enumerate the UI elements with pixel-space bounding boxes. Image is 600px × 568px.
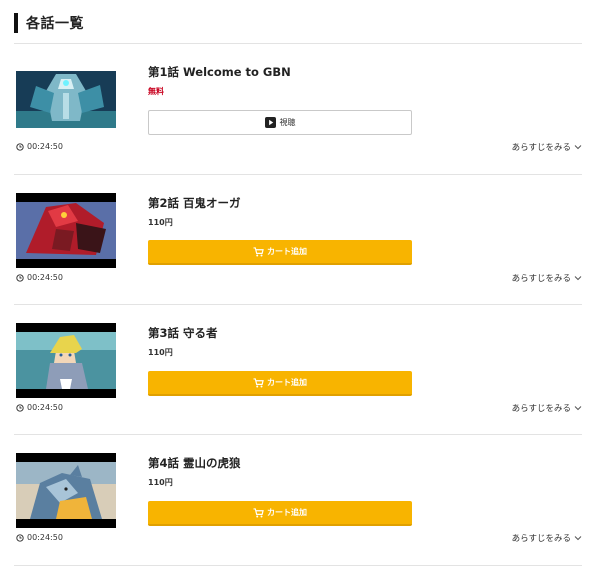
chevron-down-icon: [574, 145, 582, 150]
episode-price: 無料: [148, 87, 164, 96]
episode-row-4: 00:24:50 第4話 霊山の虎狼 110円 カート追加 あらすじをみる: [0, 435, 600, 565]
cart-icon: [253, 377, 264, 387]
cart-icon: [253, 507, 264, 517]
cart-icon: [253, 246, 264, 256]
duration-text: 00:24:50: [27, 142, 63, 151]
add-to-cart-label: カート追加: [267, 247, 307, 256]
episode-title[interactable]: 第2話 百鬼オーガ: [148, 195, 241, 211]
episode-row-2: 00:24:50 第2話 百鬼オーガ 110円 カート追加 あらすじをみる: [0, 175, 600, 305]
synopsis-label: あらすじをみる: [511, 534, 571, 544]
duration-text: 00:24:50: [27, 533, 63, 542]
episode-row-1: 00:24:50 第1話 Welcome to GBN 無料 視聴 あらすじをみ…: [0, 44, 600, 174]
add-to-cart-label: カート追加: [267, 508, 307, 517]
watch-button-label: 視聴: [279, 118, 296, 127]
episode-thumbnail-1[interactable]: [16, 71, 116, 128]
episode-title[interactable]: 第1話 Welcome to GBN: [148, 64, 291, 80]
clock-icon: [16, 273, 24, 282]
episode-price: 110円: [148, 218, 173, 227]
episode-row-3: 00:24:50 第3話 守る者 110円 カート追加 あらすじをみる: [0, 305, 600, 435]
add-to-cart-button[interactable]: カート追加: [148, 371, 412, 396]
chevron-down-icon: [574, 406, 582, 411]
synopsis-toggle[interactable]: あらすじをみる: [512, 532, 582, 544]
duration: 00:24:50: [16, 533, 63, 542]
synopsis-label: あらすじをみる: [511, 143, 571, 153]
duration: 00:24:50: [16, 273, 63, 282]
episode-list-page: 各話一覧 00:24:50 第1話 Welcome to GBN 無料 視聴 あ…: [0, 0, 600, 568]
episode-thumbnail-4[interactable]: [16, 453, 116, 528]
section-header: 各話一覧: [14, 13, 84, 33]
synopsis-toggle[interactable]: あらすじをみる: [512, 272, 582, 284]
episode-price: 110円: [148, 348, 173, 357]
thumbnail-image: [16, 323, 116, 398]
episode-thumbnail-2[interactable]: [16, 193, 116, 268]
chevron-down-icon: [574, 536, 582, 541]
synopsis-label: あらすじをみる: [511, 404, 571, 414]
episode-title[interactable]: 第3話 守る者: [148, 325, 218, 341]
watch-button[interactable]: 視聴: [148, 110, 412, 135]
page-title: 各話一覧: [26, 16, 84, 32]
add-to-cart-button[interactable]: カート追加: [148, 501, 412, 526]
episode-thumbnail-3[interactable]: [16, 323, 116, 398]
synopsis-toggle[interactable]: あらすじをみる: [512, 402, 582, 414]
header-accent-bar: [14, 13, 18, 33]
duration: 00:24:50: [16, 142, 63, 151]
divider: [14, 565, 582, 566]
episode-price: 110円: [148, 478, 173, 487]
duration-text: 00:24:50: [27, 403, 63, 412]
episode-title[interactable]: 第4話 霊山の虎狼: [148, 455, 241, 471]
add-to-cart-button[interactable]: カート追加: [148, 240, 412, 265]
clock-icon: [16, 142, 24, 151]
play-icon: [264, 117, 276, 128]
thumbnail-image: [16, 193, 116, 268]
duration: 00:24:50: [16, 403, 63, 412]
chevron-down-icon: [574, 276, 582, 281]
add-to-cart-label: カート追加: [267, 378, 307, 387]
clock-icon: [16, 533, 24, 542]
duration-text: 00:24:50: [27, 273, 63, 282]
thumbnail-image: [16, 71, 116, 128]
synopsis-toggle[interactable]: あらすじをみる: [512, 141, 582, 153]
synopsis-label: あらすじをみる: [511, 274, 571, 284]
clock-icon: [16, 403, 24, 412]
thumbnail-image: [16, 453, 116, 528]
